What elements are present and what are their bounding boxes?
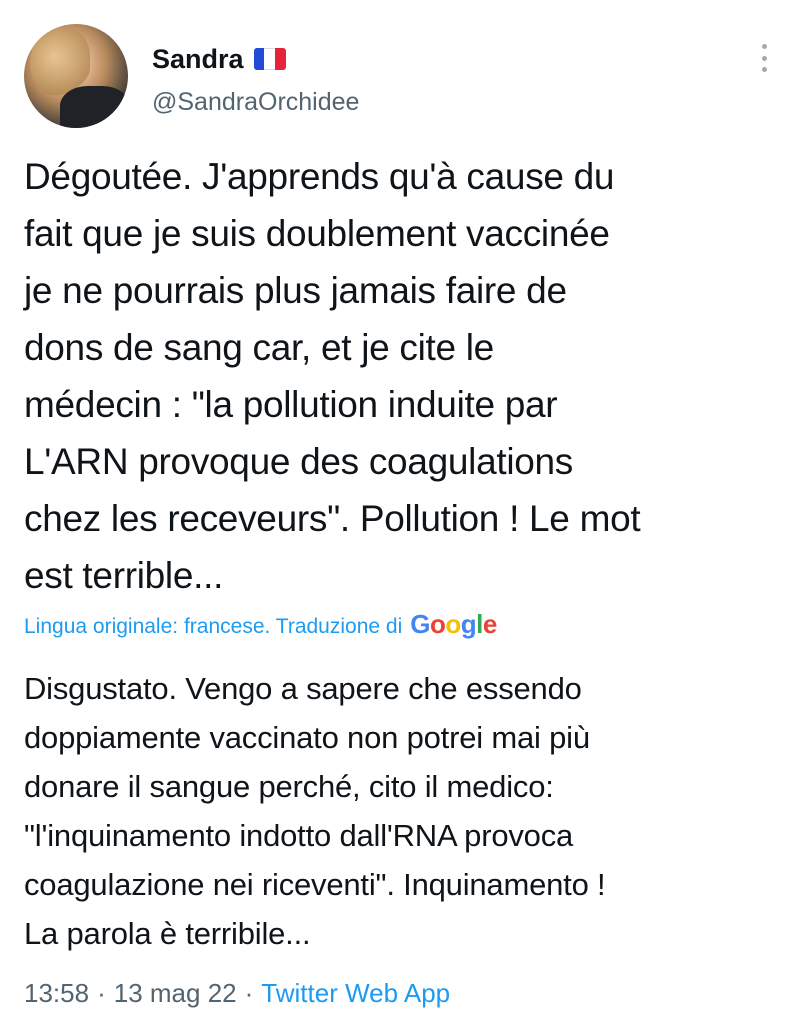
avatar[interactable] bbox=[24, 24, 128, 128]
tweet-text: Dégoutée. J'apprends qu'à cause du fait … bbox=[24, 156, 641, 596]
france-flag-icon bbox=[253, 48, 286, 70]
translation-attribution: Lingua originale: francese. Traduzione d… bbox=[24, 609, 497, 640]
author-handle[interactable]: @SandraOrchidee bbox=[152, 88, 359, 117]
google-logo: Google bbox=[410, 609, 497, 639]
author-name-row: Sandra bbox=[152, 42, 286, 76]
more-options-icon[interactable] bbox=[752, 40, 776, 76]
tweet-date[interactable]: 13 mag 22 bbox=[114, 978, 237, 1009]
avatar-dress bbox=[60, 86, 128, 128]
meta-separator: · bbox=[244, 978, 254, 1008]
tweet-time[interactable]: 13:58 bbox=[24, 978, 89, 1009]
tweet-source[interactable]: Twitter Web App bbox=[261, 978, 450, 1009]
translated-text: Disgustato. Vengo a sapere che essendo d… bbox=[24, 671, 606, 951]
meta-separator: · bbox=[97, 978, 106, 1008]
author-display-name[interactable]: Sandra bbox=[152, 44, 244, 75]
translation-label[interactable]: Lingua originale: francese. Traduzione d… bbox=[24, 615, 402, 639]
tweet-meta: 13:58 · 13 mag 22 · Twitter Web App bbox=[24, 978, 450, 1009]
tweet-card: Sandra @SandraOrchidee Dégoutée. J'appre… bbox=[0, 0, 793, 1024]
